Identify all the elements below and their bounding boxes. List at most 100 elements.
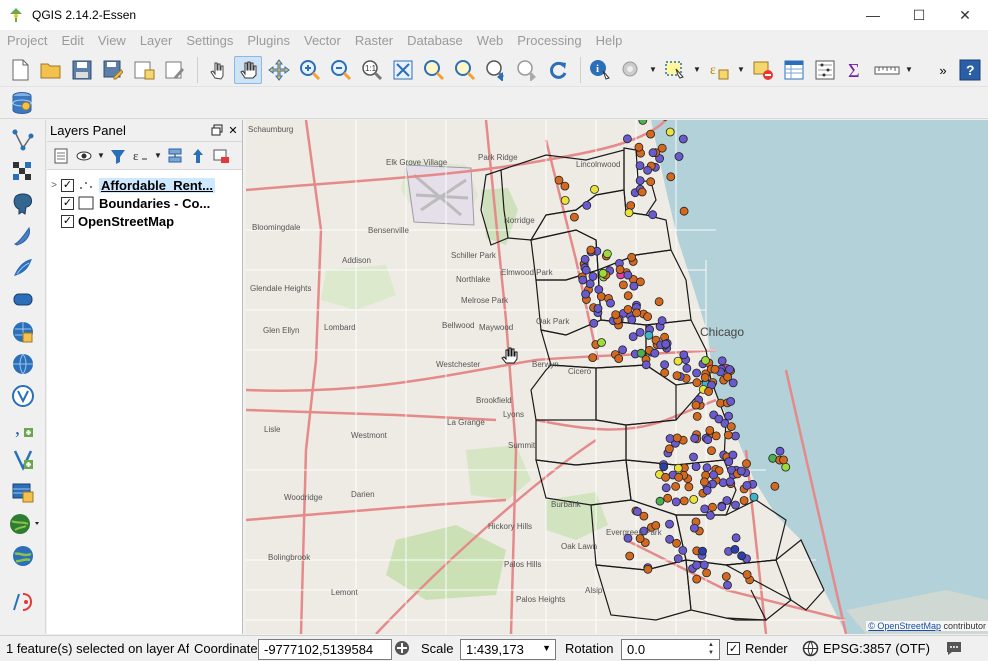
add-oracle-layer-icon[interactable] <box>9 286 37 314</box>
add-wms-tms-layer-icon[interactable] <box>9 510 43 538</box>
rental-point[interactable] <box>560 181 570 191</box>
rental-point[interactable] <box>725 477 735 487</box>
zoom-to-layer-icon[interactable] <box>451 56 479 84</box>
rental-point[interactable] <box>643 165 653 175</box>
rental-point[interactable] <box>692 378 702 388</box>
rental-point[interactable] <box>692 368 702 378</box>
rental-point[interactable] <box>671 481 681 491</box>
crs-globe-icon[interactable] <box>802 640 819 660</box>
rental-point[interactable] <box>721 572 731 581</box>
rental-point[interactable] <box>646 177 656 187</box>
rental-point[interactable] <box>623 304 633 314</box>
rental-point[interactable] <box>781 462 791 472</box>
rental-point[interactable] <box>560 196 570 205</box>
chevron-down-icon[interactable]: ▼ <box>97 142 105 170</box>
rental-point[interactable] <box>702 463 712 473</box>
rental-point[interactable] <box>581 289 591 299</box>
remove-layer-icon[interactable] <box>211 146 231 166</box>
zoom-full-icon[interactable] <box>389 56 417 84</box>
rental-point[interactable] <box>635 161 645 170</box>
chevron-down-icon[interactable]: ▼ <box>736 56 746 84</box>
add-wcs-layer-icon[interactable] <box>9 350 37 378</box>
rental-point[interactable] <box>679 350 689 360</box>
rental-point[interactable] <box>602 249 612 259</box>
scale-combobox[interactable]: 1:439,173 ▼ <box>460 639 556 660</box>
rental-point[interactable] <box>626 201 636 210</box>
map-canvas[interactable]: Schaumburg Park Ridge Lincolnwood Elk Grove… <box>246 120 988 634</box>
rental-point[interactable] <box>679 206 689 216</box>
add-wfs-layer-icon[interactable] <box>9 382 37 410</box>
pan-map-icon[interactable] <box>234 55 262 84</box>
gps-tools-icon[interactable] <box>9 542 37 570</box>
rental-point[interactable] <box>625 551 635 561</box>
rental-point[interactable] <box>692 411 702 421</box>
menu-processing[interactable]: Processing <box>510 30 588 52</box>
rental-point[interactable] <box>660 360 670 370</box>
rental-point[interactable] <box>689 452 698 462</box>
visibility-icon[interactable] <box>74 146 94 166</box>
rental-point[interactable] <box>582 201 592 210</box>
refresh-icon[interactable] <box>544 56 572 84</box>
rental-point[interactable] <box>691 400 701 410</box>
rental-point[interactable] <box>659 462 669 472</box>
rental-point[interactable] <box>585 279 595 289</box>
rental-point[interactable] <box>723 580 732 590</box>
rental-point[interactable] <box>673 554 683 564</box>
georeferencer-icon[interactable] <box>9 588 37 616</box>
filter-expression-icon[interactable]: ε <box>131 146 151 166</box>
rental-point[interactable] <box>672 371 682 381</box>
rental-point[interactable] <box>724 411 734 421</box>
rental-point[interactable] <box>671 497 681 507</box>
rental-point[interactable] <box>678 545 688 555</box>
rental-point[interactable] <box>624 208 634 218</box>
rental-point[interactable] <box>615 265 625 275</box>
zoom-to-selection-icon[interactable] <box>420 56 448 84</box>
rental-point[interactable] <box>661 483 671 493</box>
rental-point[interactable] <box>705 425 715 435</box>
menu-view[interactable]: View <box>91 30 133 52</box>
open-project-icon[interactable] <box>37 56 65 84</box>
rental-point[interactable] <box>699 560 709 570</box>
measure-line-icon[interactable] <box>873 56 901 84</box>
map-tips-icon[interactable] <box>617 56 645 84</box>
rental-point[interactable] <box>580 254 590 264</box>
rental-point[interactable] <box>598 268 608 278</box>
rental-point[interactable] <box>629 281 639 291</box>
rental-point[interactable] <box>689 523 699 533</box>
rental-point[interactable] <box>700 373 710 382</box>
rental-point[interactable] <box>623 291 633 301</box>
rental-point[interactable] <box>703 435 713 445</box>
new-print-composer-icon[interactable] <box>130 56 158 84</box>
zoom-native-resolution-icon[interactable]: 1:1 <box>358 56 386 84</box>
menu-layer[interactable]: Layer <box>133 30 180 52</box>
menu-plugins[interactable]: Plugins <box>240 30 297 52</box>
rental-point[interactable] <box>661 339 671 349</box>
rental-point[interactable] <box>581 265 591 275</box>
chevron-down-icon[interactable]: ▼ <box>692 56 702 84</box>
chevron-right-icon[interactable]: > <box>47 180 61 191</box>
rental-point[interactable] <box>641 360 651 370</box>
crs-status[interactable]: EPSG:3857 (OTF) <box>823 641 930 656</box>
rental-point[interactable] <box>637 187 647 197</box>
rental-point[interactable] <box>622 134 632 144</box>
rental-point[interactable] <box>657 316 667 326</box>
undock-icon[interactable] <box>210 123 224 137</box>
attribute-table-icon[interactable] <box>780 56 808 84</box>
rental-point[interactable] <box>711 431 721 441</box>
rental-point[interactable] <box>726 396 736 406</box>
help-icon[interactable]: ? <box>956 56 984 84</box>
new-layer-icon[interactable] <box>9 478 37 506</box>
chevron-down-icon[interactable]: ▼ <box>154 142 162 170</box>
rental-point[interactable] <box>689 494 699 504</box>
rental-point[interactable] <box>627 252 637 262</box>
rental-point[interactable] <box>672 538 682 548</box>
touch-zoom-pan-icon[interactable] <box>203 56 231 84</box>
spinbox-arrows-icon[interactable]: ▲ ▼ <box>708 641 718 657</box>
rental-point[interactable] <box>717 502 727 512</box>
rental-point[interactable] <box>655 496 665 506</box>
rental-point[interactable] <box>589 318 599 328</box>
menu-web[interactable]: Web <box>470 30 511 52</box>
rental-point[interactable] <box>588 271 598 281</box>
rental-point[interactable] <box>634 142 644 152</box>
rental-point[interactable] <box>731 533 741 543</box>
